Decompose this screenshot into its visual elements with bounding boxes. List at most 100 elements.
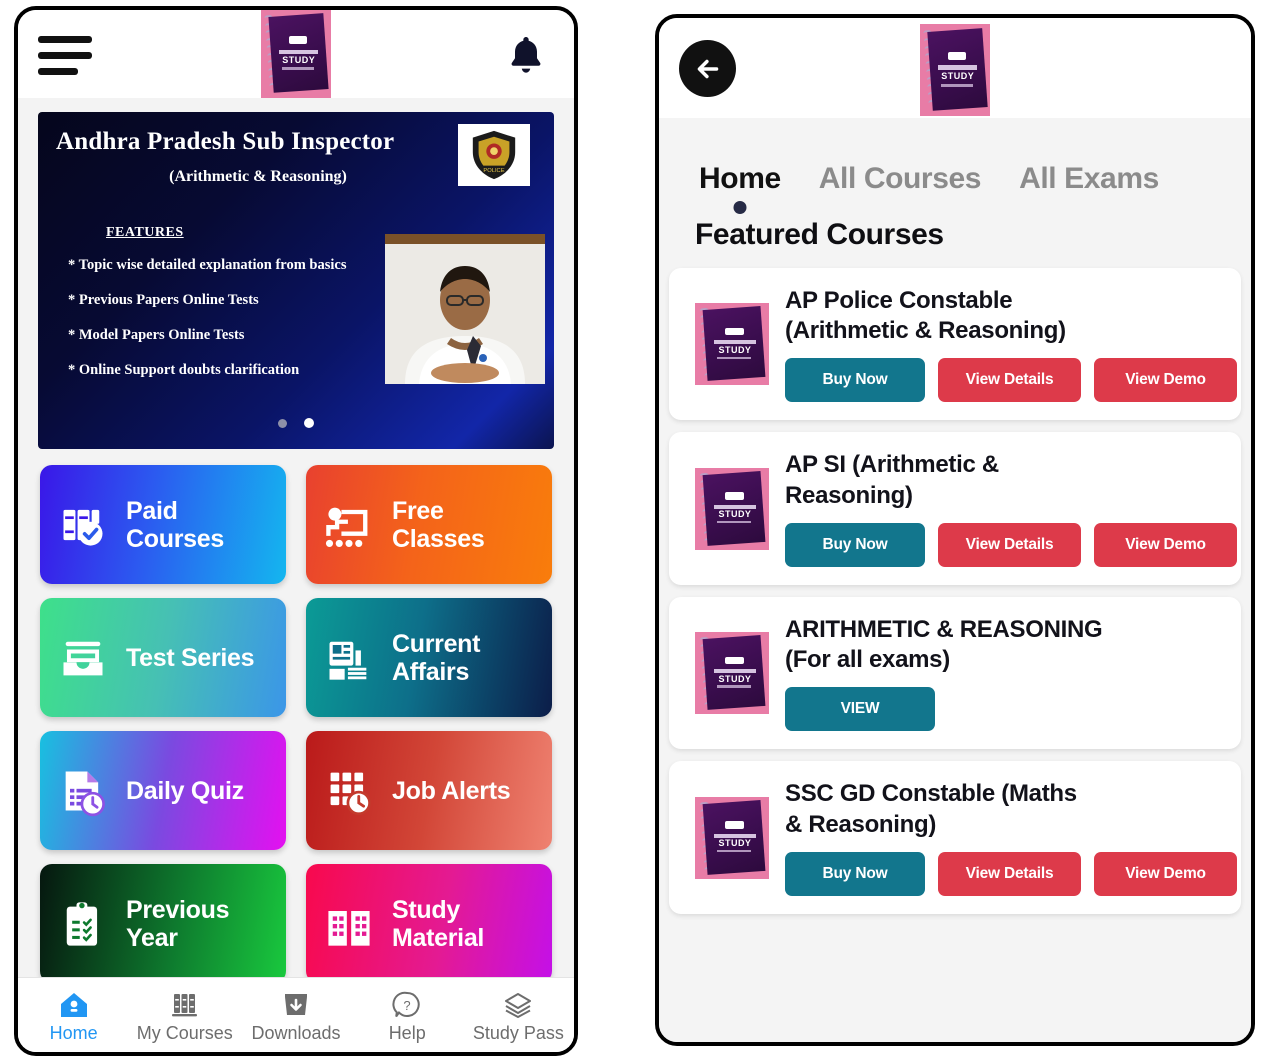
quiz-paper-icon [40, 765, 126, 817]
view-details-button[interactable]: View Details [938, 358, 1081, 403]
course-title: ARITHMETIC & REASONING (For all exams) [785, 615, 1103, 674]
buy-now-button[interactable]: Buy Now [785, 358, 925, 403]
nav-label: Study Pass [472, 1022, 564, 1043]
nav-label: Downloads [251, 1022, 341, 1043]
tile-daily-quiz[interactable]: Daily Quiz [40, 731, 286, 850]
notification-bell-icon[interactable] [504, 32, 548, 78]
left-phone-frame: STUDY Andhra Pradesh Sub Inspector (Arit… [14, 6, 578, 1056]
logo-tagline-top [279, 49, 319, 54]
nav-item-downloads[interactable]: Downloads [240, 978, 351, 1052]
tile-label: Current Affairs [392, 629, 481, 686]
right-app-header: STUDY [659, 18, 1251, 118]
tab-home[interactable]: Home [695, 162, 785, 218]
app-logo[interactable]: STUDY [261, 10, 331, 98]
carousel-dot-active[interactable] [303, 418, 314, 428]
view-demo-button[interactable]: View Demo [1094, 851, 1237, 896]
course-title: SSC GD Constable (Maths & Reasoning) [785, 780, 1077, 838]
tile-label: Job Alerts [392, 776, 511, 805]
active-tab-indicator [733, 201, 747, 214]
tab-label: All Courses [818, 162, 982, 195]
clipboard-icon [40, 898, 126, 950]
banner-features-heading: FEATURES [106, 225, 184, 240]
tab-bar: Home All Courses All Exams [659, 118, 1251, 218]
back-arrow-icon[interactable] [679, 40, 736, 97]
course-thumbnail: STUDY [695, 796, 769, 879]
nav-item-help[interactable]: ? Help [352, 978, 463, 1052]
tile-free-classes[interactable]: Free Classes [306, 465, 552, 584]
carousel-dot[interactable] [278, 419, 288, 428]
newspaper-icon [306, 632, 392, 684]
right-phone-frame: STUDY Home All Courses All Exams Feature… [655, 14, 1255, 1046]
tile-label: Test Series [126, 643, 255, 672]
hamburger-line [38, 36, 92, 43]
course-thumbnail: STUDY [695, 632, 769, 715]
logo-title: STUDY [941, 70, 975, 81]
logo-mark [948, 51, 967, 60]
nav-item-home[interactable]: Home [18, 978, 129, 1052]
banner-feature-list: * Topic wise detailed explanation from b… [68, 257, 438, 397]
svg-text:POLICE: POLICE [483, 168, 504, 174]
presentation-icon [306, 499, 392, 551]
police-emblem-icon: POLICE [458, 124, 530, 186]
view-details-button[interactable]: View Details [938, 522, 1081, 567]
course-card[interactable]: STUDY SSC GD Constable (Maths & Reasoning… [669, 761, 1241, 914]
course-card[interactable]: STUDY ARITHMETIC & REASONING (For all exa… [669, 596, 1241, 750]
banner-slide[interactable]: Andhra Pradesh Sub Inspector (Arithmetic… [38, 112, 554, 449]
calendar-clock-icon [306, 765, 392, 817]
course-info: SSC GD Constable (Maths & Reasoning) Buy … [785, 779, 1237, 896]
course-actions: Buy Now View Details View Demo [785, 851, 1237, 896]
list-item: * Online Support doubts clarification [68, 362, 300, 378]
banner-subtitle: (Arithmetic & Reasoning) [169, 168, 347, 185]
tile-study-material[interactable]: Study Material [306, 864, 552, 983]
tile-current-affairs[interactable]: Current Affairs [306, 598, 552, 717]
layers-icon [505, 992, 532, 1018]
logo-tagline-bottom [941, 83, 974, 87]
view-button[interactable]: VIEW [785, 687, 935, 732]
books-check-icon [40, 499, 126, 551]
view-details-button[interactable]: View Details [938, 851, 1081, 896]
tile-job-alerts[interactable]: Job Alerts [306, 731, 552, 850]
notebook-logo-icon: STUDY [261, 10, 331, 98]
buy-now-button[interactable]: Buy Now [785, 851, 925, 896]
course-info: AP SI (Arithmetic & Reasoning) Buy Now Vi… [785, 450, 1237, 567]
help-icon: ? [392, 991, 420, 1017]
course-card[interactable]: STUDY AP SI (Arithmetic & Reasoning) Buy … [669, 432, 1241, 585]
course-info: ARITHMETIC & REASONING (For all exams) VI… [785, 615, 1227, 732]
left-app-header: STUDY [18, 10, 574, 98]
carousel-dots[interactable] [38, 415, 554, 433]
hamburger-menu-icon[interactable] [38, 36, 92, 84]
buildings-icon [306, 898, 392, 950]
logo-mark [289, 36, 308, 45]
right-phone-content: Home All Courses All Exams Featured Cour… [659, 118, 1251, 1042]
course-thumbnail: STUDY [695, 303, 769, 386]
nav-label: Help [388, 1022, 426, 1043]
view-demo-button[interactable]: View Demo [1094, 522, 1237, 567]
app-logo[interactable]: STUDY [920, 24, 990, 116]
tab-all-courses[interactable]: All Courses [815, 162, 985, 218]
view-demo-button[interactable]: View Demo [1094, 358, 1237, 403]
svg-text:?: ? [404, 998, 411, 1013]
hamburger-line [38, 68, 78, 75]
course-actions: Buy Now View Details View Demo [785, 358, 1237, 403]
feature-tiles-grid: Paid Courses Free Classes Test Series Cu… [18, 449, 574, 983]
course-title: AP SI (Arithmetic & Reasoning) [785, 451, 999, 509]
tile-label: Previous Year [126, 895, 230, 952]
notebook-logo-icon: STUDY [920, 24, 990, 116]
course-actions: VIEW [785, 687, 1227, 732]
tile-label: Paid Courses [126, 496, 224, 553]
course-card[interactable]: STUDY AP Police Constable (Arithmetic & R… [669, 268, 1241, 421]
buy-now-button[interactable]: Buy Now [785, 522, 925, 567]
logo-tagline-bottom [282, 67, 315, 70]
logo-title: STUDY [282, 54, 316, 65]
download-icon [285, 993, 307, 1015]
tab-all-exams[interactable]: All Exams [1015, 162, 1163, 218]
banner-title: Andhra Pradesh Sub Inspector [56, 128, 395, 155]
books-icon [171, 993, 197, 1016]
tile-test-series[interactable]: Test Series [40, 598, 286, 717]
tile-previous-year[interactable]: Previous Year [40, 864, 286, 983]
banner-carousel[interactable]: Andhra Pradesh Sub Inspector (Arithmetic… [18, 98, 574, 449]
list-item: * Topic wise detailed explanation from b… [68, 257, 347, 273]
nav-item-my-courses[interactable]: My Courses [129, 978, 240, 1052]
nav-item-study-pass[interactable]: Study Pass [463, 978, 574, 1052]
tile-paid-courses[interactable]: Paid Courses [40, 465, 286, 584]
